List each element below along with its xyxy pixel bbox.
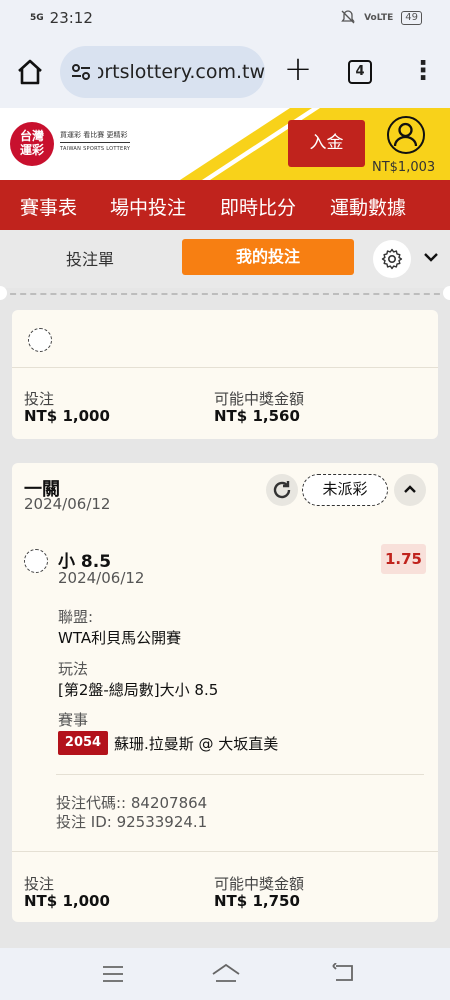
divider-notch-left [0, 286, 7, 300]
tab-bet-slip[interactable]: 投注單 [66, 246, 114, 270]
user-account-icon[interactable] [387, 116, 425, 154]
league-label: 聯盟: [58, 608, 94, 626]
event-name: 蘇珊.拉曼斯 @ 大坂直美 [114, 735, 279, 753]
deposit-button[interactable]: 入金 [288, 120, 365, 167]
event-code-badge: 2054 [58, 731, 108, 755]
market-value: [第2盤-總局數]大小 8.5 [58, 681, 219, 699]
card-divider [12, 367, 438, 368]
market-label: 玩法 [58, 660, 89, 678]
url-text: sportslottery.com.tw [98, 61, 265, 83]
account-balance: NT$1,003 [372, 160, 436, 175]
gear-icon[interactable] [373, 240, 411, 278]
new-tab-icon[interactable]: + [282, 52, 314, 86]
divider-notch-right [443, 286, 450, 300]
bet-tabs: 投注單 我的投注 [0, 230, 450, 288]
battery-icon: 49 [401, 11, 422, 25]
event-label: 賽事 [58, 711, 89, 729]
logo[interactable]: 台灣運彩 [10, 122, 54, 166]
stake-label: 投注 [24, 390, 55, 408]
bet-card: 投注 NT$ 1,000 可能中獎金額 NT$ 1,560 [12, 310, 438, 439]
back-icon[interactable] [332, 962, 356, 987]
nav-schedule[interactable]: 賽事表 [20, 193, 77, 220]
tab-switcher-button[interactable]: 4 [348, 60, 372, 84]
card-divider [12, 851, 438, 852]
payout-label: 可能中獎金額 [214, 390, 305, 408]
selection-date: 2024/06/12 [58, 569, 145, 587]
address-bar[interactable]: sportslottery.com.tw [60, 46, 265, 98]
nav-live-scores[interactable]: 即時比分 [220, 193, 296, 220]
clock: 23:12 [49, 9, 93, 27]
payout-value: NT$ 1,750 [214, 892, 300, 910]
stake-value: NT$ 1,000 [24, 407, 110, 425]
tab-my-bets[interactable]: 我的投注 [182, 239, 354, 275]
browser-toolbar: sportslottery.com.tw + 4 ⋮ [0, 36, 450, 108]
stake-value: NT$ 1,000 [24, 892, 110, 910]
refresh-icon[interactable] [266, 474, 298, 506]
signal-icon: 5G [30, 12, 44, 23]
bet-id: 投注 ID: 92533924.1 [56, 813, 208, 831]
wifi-icon: VoLTE [364, 13, 394, 23]
chevron-down-icon[interactable] [420, 246, 442, 268]
odds-badge: 1.75 [381, 544, 426, 574]
selection-radio[interactable] [28, 328, 52, 352]
divider-dashed [0, 293, 450, 295]
site-settings-icon[interactable] [70, 61, 92, 83]
mute-icon [340, 9, 356, 28]
league-value: WTA利貝馬公開賽 [58, 629, 182, 647]
recent-apps-icon[interactable] [102, 964, 124, 988]
home-nav-icon[interactable] [211, 962, 241, 988]
bet-date: 2024/06/12 [24, 495, 111, 513]
more-menu-icon[interactable]: ⋮ [410, 54, 436, 88]
chevron-up-icon[interactable] [394, 474, 426, 506]
bet-code: 投注代碼:: 84207864 [56, 794, 208, 812]
site-header: 台灣運彩 買運彩 看比賽 更精彩 TAIWAN SPORTS LOTTERY 入… [0, 108, 450, 180]
selection-radio[interactable] [24, 549, 48, 573]
nav-live-betting[interactable]: 場中投注 [110, 193, 186, 220]
nav-sports-data[interactable]: 運動數據 [330, 193, 406, 220]
logo-mark: 台灣運彩 [19, 129, 44, 157]
card-divider [56, 774, 424, 775]
main-nav: 賽事表 場中投注 即時比分 運動數據 [0, 180, 450, 230]
status-badge: 未派彩 [302, 474, 388, 506]
system-nav-bar [0, 948, 450, 1000]
payout-value: NT$ 1,560 [214, 407, 300, 425]
payout-label: 可能中獎金額 [214, 875, 305, 893]
logo-subtext: TAIWAN SPORTS LOTTERY [60, 142, 131, 154]
home-icon[interactable] [14, 56, 46, 88]
bet-card: 一關 2024/06/12 未派彩 小 8.5 2024/06/12 1.75 … [12, 463, 438, 922]
logo-text: 買運彩 看比賽 更精彩 [60, 131, 128, 139]
status-bar: 5G 23:12 VoLTE 49 [0, 0, 450, 36]
stake-label: 投注 [24, 875, 55, 893]
logo-tagline: 買運彩 看比賽 更精彩 TAIWAN SPORTS LOTTERY [60, 130, 131, 154]
